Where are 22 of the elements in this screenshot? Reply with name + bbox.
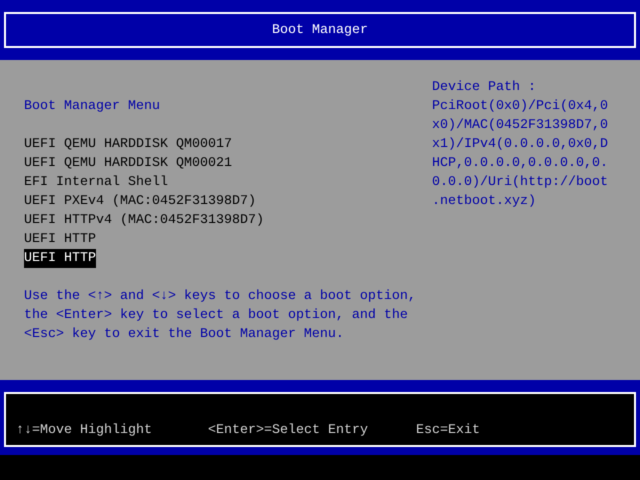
device-path-heading: Device Path : (432, 79, 537, 97)
boot-option[interactable]: UEFI QEMU HARDDISK QM00017 (24, 135, 232, 154)
help-text: <Esc> key to exit the Boot Manager Menu. (24, 326, 345, 344)
device-path-text: .netboot.xyz) (432, 193, 537, 211)
device-path-text: PciRoot(0x0)/Pci(0x4,0 (432, 98, 608, 116)
window-title: Boot Manager (272, 22, 368, 38)
boot-option[interactable]: UEFI QEMU HARDDISK QM00021 (24, 154, 232, 173)
boot-option[interactable]: UEFI HTTPv4 (MAC:0452F31398D7) (24, 211, 264, 230)
key-hint: <Enter>=Select Entry (208, 422, 369, 440)
device-path-text: 0.0.0)/Uri(http://boot (432, 174, 608, 192)
device-path-text: x0)/MAC(0452F31398D7,0 (432, 117, 608, 135)
key-hint: ↑↓=Move Highlight (16, 422, 153, 440)
key-hint: Esc=Exit (416, 422, 480, 440)
device-path-text: x1)/IPv4(0.0.0.0,0x0,D (432, 136, 608, 154)
help-text: Use the <↑> and <↓> keys to choose a boot option, (24, 288, 417, 306)
boot-option[interactable]: UEFI PXEv4 (MAC:0452F31398D7) (24, 192, 256, 211)
device-path-text: HCP,0.0.0.0,0.0.0.0,0. (432, 155, 608, 173)
menu-heading: Boot Manager Menu (24, 98, 161, 116)
help-text: the <Enter> key to select a boot option, and the (24, 307, 409, 325)
boot-option[interactable]: UEFI HTTP (24, 230, 96, 249)
boot-option[interactable]: EFI Internal Shell (24, 173, 168, 192)
boot-option[interactable]: UEFI HTTP (24, 249, 96, 268)
